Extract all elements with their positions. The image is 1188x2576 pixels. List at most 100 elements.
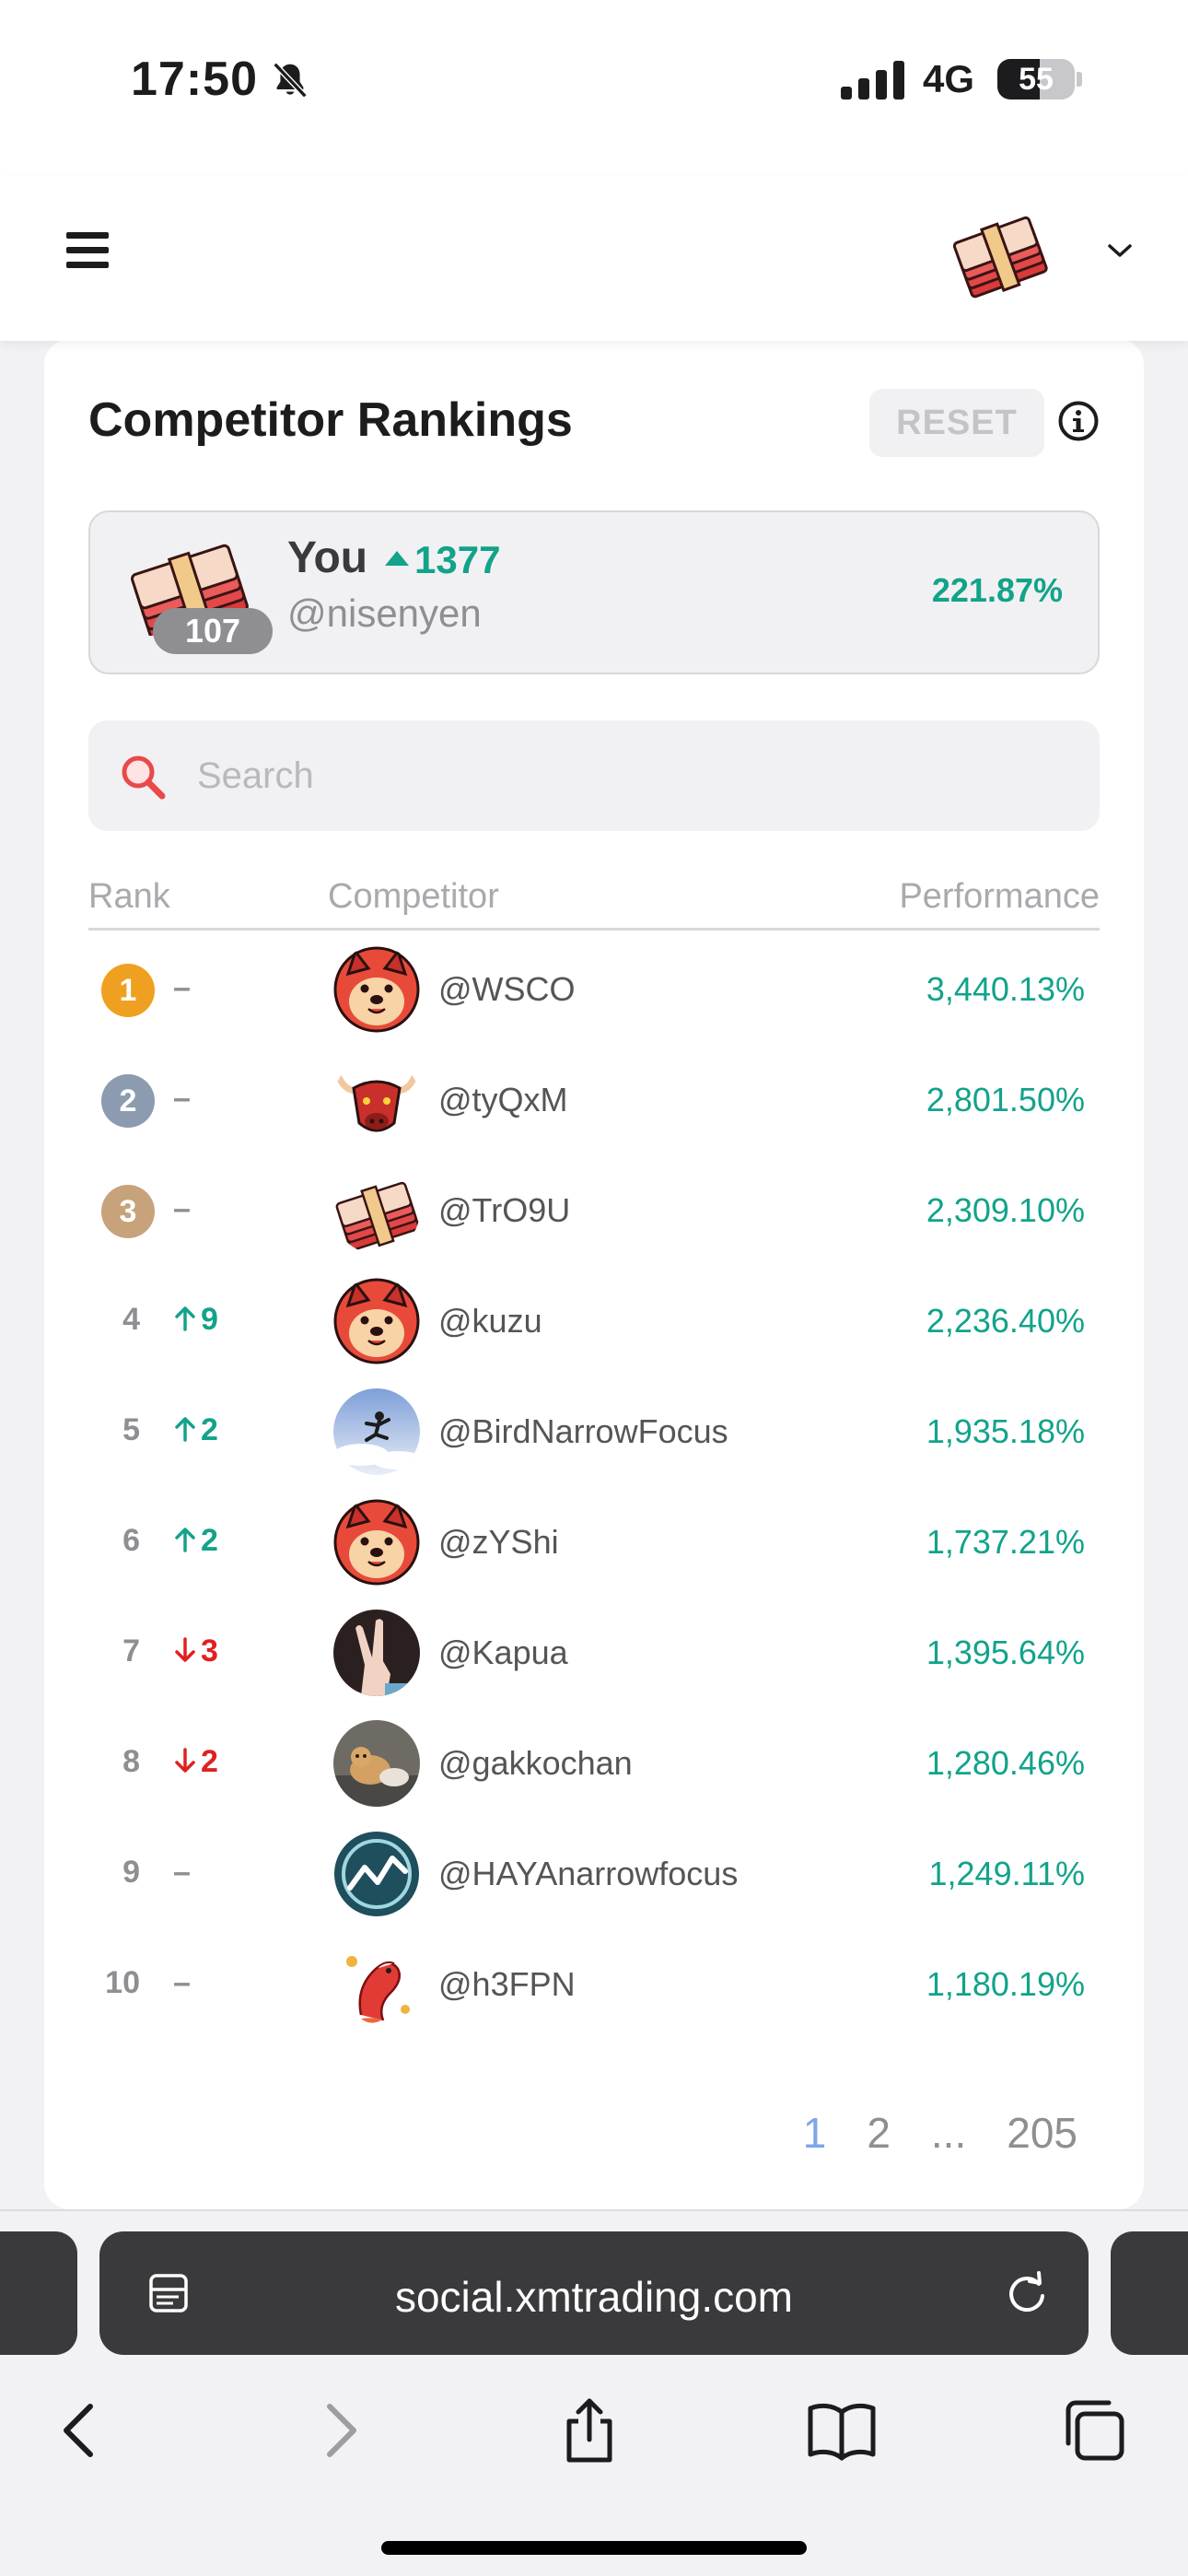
back-icon[interactable] [44, 2394, 118, 2467]
rank-number: 6 [122, 1523, 140, 1558]
reload-icon[interactable] [1002, 2268, 1052, 2318]
competitor-handle[interactable]: @WSCO [438, 970, 576, 1009]
search-input[interactable] [197, 720, 1063, 831]
app-header [0, 175, 1188, 341]
rank-change: 2 [173, 1523, 218, 1559]
arrow-up-icon [173, 1412, 201, 1447]
home-indicator [381, 2541, 807, 2555]
rank-medal: 2 [101, 1074, 155, 1128]
rank-change: 9 [173, 1302, 218, 1338]
rank-change-value: – [173, 1965, 191, 2000]
table-row[interactable]: 6 2 @zYShi 1,737.21% [88, 1486, 1100, 1597]
competitor-handle[interactable]: @tyQxM [438, 1081, 568, 1119]
avatar[interactable] [333, 1057, 420, 1143]
my-ranking-card[interactable]: 107 You 1377 @nisenyen 221.87% [88, 510, 1100, 674]
competitor-handle[interactable]: @HAYAnarrowfocus [438, 1855, 738, 1893]
arrow-down-icon [173, 1744, 201, 1779]
competitor-performance: 1,280.46% [926, 1744, 1085, 1782]
rank-number: 8 [122, 1744, 140, 1779]
page-link[interactable]: 2 [867, 2109, 891, 2157]
competitor-performance: 1,249.11% [928, 1855, 1085, 1892]
competitor-handle[interactable]: @h3FPN [438, 1965, 576, 2004]
rank-change: – [173, 1965, 191, 2001]
search-icon [122, 755, 166, 800]
rank-change: 2 [173, 1744, 218, 1780]
avatar[interactable] [333, 946, 420, 1033]
bookmarks-icon[interactable] [805, 2394, 879, 2467]
rank-number: 10 [105, 1965, 140, 2000]
avatar[interactable] [333, 1720, 420, 1807]
pagination: 1 2... 205 [763, 2108, 1077, 2158]
table-row[interactable]: 2– @tyQxM 2,801.50% [88, 1044, 1100, 1154]
competitor-performance: 1,737.21% [926, 1523, 1085, 1561]
competitor-handle[interactable]: @kuzu [438, 1302, 542, 1341]
page-link[interactable]: 1 [803, 2109, 827, 2157]
triangle-up-icon [385, 551, 409, 566]
previous-tab-preview[interactable] [0, 2231, 77, 2355]
rank-medal: 3 [101, 1185, 155, 1238]
url-text: social.xmtrading.com [394, 2273, 794, 2321]
battery-icon: 55 [997, 59, 1082, 100]
money-stack-icon[interactable] [950, 208, 1052, 300]
rank-change-value: – [173, 1081, 191, 1116]
table-row[interactable]: 4 9 @kuzu 2,236.40% [88, 1265, 1100, 1376]
rank-up-value: 1377 [414, 538, 501, 581]
rank-change-value: – [173, 970, 191, 1005]
tabs-icon[interactable] [1057, 2394, 1131, 2467]
reset-button[interactable]: RESET [869, 389, 1044, 457]
level-badge: 107 [153, 608, 273, 654]
page-title: Competitor Rankings [88, 393, 573, 447]
table-row[interactable]: 3– @TrO9U 2,309.10% [88, 1154, 1100, 1265]
avatar[interactable] [333, 1610, 420, 1696]
share-icon[interactable] [553, 2394, 626, 2467]
rank-change: 3 [173, 1633, 218, 1669]
competitor-handle[interactable]: @TrO9U [438, 1191, 570, 1230]
rank-change-value: 2 [201, 1523, 218, 1558]
avatar[interactable] [333, 1941, 420, 2028]
you-label: You [287, 533, 368, 582]
table-row[interactable]: 7 3 @Kapua 1,395.64% [88, 1597, 1100, 1707]
competitor-handle[interactable]: @gakkochan [438, 1744, 633, 1783]
avatar[interactable] [333, 1499, 420, 1586]
rank-change: – [173, 1855, 191, 1891]
table-row[interactable]: 1– @WSCO 3,440.13% [88, 933, 1100, 1044]
my-handle: @nisenyen [287, 591, 482, 635]
info-icon[interactable] [1057, 400, 1100, 442]
table-row[interactable]: 9– @HAYAnarrowfocus 1,249.11% [88, 1818, 1100, 1928]
table-row[interactable]: 8 2 @gakkochan 1,280.46% [88, 1707, 1100, 1818]
column-performance: Performance [899, 877, 1100, 916]
hamburger-icon[interactable] [66, 232, 109, 269]
page-ellipsis: ... [930, 2109, 967, 2157]
avatar[interactable] [333, 1831, 420, 1917]
avatar[interactable] [333, 1167, 420, 1254]
browser-toolbar: social.xmtrading.com [0, 2209, 1188, 2576]
app-screen: 17:50 4G 55 Competitor Rankings RESET 10… [0, 0, 1188, 2576]
page-link[interactable]: 205 [1007, 2109, 1077, 2157]
table-row[interactable]: 5 2 @BirdNarrowFocus 1,935.18% [88, 1376, 1100, 1486]
rankings-list: 1– @WSCO 3,440.13% 2– @tyQxM 2,801.50% 3– @TrO9… [88, 933, 1100, 2039]
rank-change-value: – [173, 1855, 191, 1890]
address-bar[interactable]: social.xmtrading.com [99, 2231, 1089, 2355]
table-row[interactable]: 10– @h3FPN 1,180.19% [88, 1928, 1100, 2039]
competitor-performance: 1,180.19% [926, 1965, 1085, 2003]
search-bar[interactable] [88, 720, 1100, 831]
next-tab-preview[interactable] [1111, 2231, 1188, 2355]
forward-icon[interactable] [302, 2394, 376, 2467]
competitor-handle[interactable]: @zYShi [438, 1523, 559, 1562]
table-header: Rank Competitor Performance [88, 864, 1100, 931]
competitor-performance: 1,395.64% [926, 1633, 1085, 1671]
competitor-performance: 2,309.10% [926, 1191, 1085, 1229]
rank-change-value: 2 [201, 1412, 218, 1447]
rank-up-indicator: 1377 [385, 538, 500, 582]
silent-bell-icon [273, 62, 308, 99]
rank-change: – [173, 1191, 191, 1227]
chevron-down-icon[interactable] [1105, 240, 1135, 262]
rank-change-value: 3 [201, 1633, 218, 1669]
competitor-handle[interactable]: @Kapua [438, 1633, 568, 1672]
avatar[interactable] [333, 1278, 420, 1364]
arrow-up-icon [173, 1302, 201, 1337]
status-time: 17:50 [131, 53, 258, 106]
rank-change-value: 2 [201, 1744, 218, 1779]
competitor-handle[interactable]: @BirdNarrowFocus [438, 1412, 728, 1451]
avatar[interactable] [333, 1388, 420, 1475]
